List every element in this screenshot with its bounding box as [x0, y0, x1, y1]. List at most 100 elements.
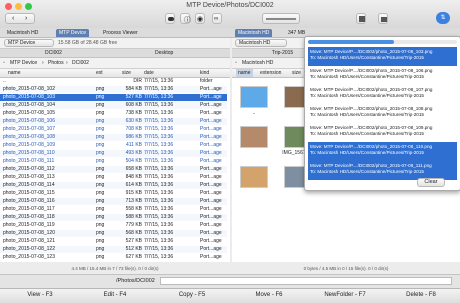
table-row[interactable]: photo_2015-07-08_120 png 568 KB 7/7/15, 13:… [0, 230, 227, 237]
right-drive-select[interactable]: Macintosh HD [235, 39, 287, 47]
tab-macintosh-hd-right[interactable]: Macintosh HD [235, 29, 273, 37]
back-icon[interactable]: ‹ [12, 15, 14, 22]
cell-name: photo_2015-07-08_122 [3, 246, 55, 252]
left-tab-dci002[interactable]: DCI002 [45, 49, 62, 57]
close-window-button[interactable] [5, 3, 12, 10]
cell-name: photo_2015-07-08_102 [3, 86, 55, 92]
info-button[interactable]: ⓘ [180, 13, 191, 24]
column-header-name[interactable]: name [236, 69, 253, 77]
cell-ext: png [96, 174, 105, 180]
binoculars-button[interactable]: ∞ [212, 13, 222, 24]
table-row[interactable]: photo_2015-07-08_117 png 558 KB 7/7/15, 13:… [0, 206, 227, 213]
left-breadcrumb: ▫ MTP Device › Photos › DCI002 [0, 58, 230, 69]
zoom-window-button[interactable] [25, 3, 32, 10]
cell-ext: png [96, 118, 105, 124]
cell-date: 7/7/15, 13:36 [144, 246, 174, 252]
cell-date: 7/7/15, 13:36 [144, 238, 174, 244]
cell-kind: Port...age [200, 230, 222, 236]
table-row[interactable]: photo_2015-07-08_123 png 627 KB 7/7/15, 13:… [0, 254, 227, 261]
column-header-ext[interactable]: ext [96, 69, 103, 77]
table-row[interactable]: photo_2015-07-08_114 png 614 KB 7/7/15, 13:… [0, 182, 227, 189]
table-row[interactable]: photo_2015-07-08_118 png 588 KB 7/7/15, 13:… [0, 214, 227, 221]
cell-ext: png [96, 246, 105, 252]
breadcrumb-item[interactable]: DCI002 [72, 58, 89, 68]
table-row[interactable]: photo_2015-07-08_116 png 713 KB 7/7/15, 13:… [0, 198, 227, 205]
column-header-extension[interactable]: extension [260, 69, 281, 77]
transfer-item[interactable]: Move: MTP Device/P..../DCI002/photo_2015… [308, 66, 457, 85]
progress-indicator [262, 13, 300, 24]
table-row[interactable]: photo_2015-07-08_112 png 658 KB 7/7/15, 13:… [0, 166, 227, 173]
move-button[interactable]: Move - F6 [234, 292, 304, 298]
column-header-size[interactable]: size [292, 69, 301, 77]
transfer-item[interactable]: Move: MTP Device/P..../DCI002/photo_2015… [308, 123, 457, 142]
image-thumbnail[interactable] [240, 166, 268, 188]
column-header-kind[interactable]: kind [200, 69, 209, 77]
forward-icon[interactable]: › [25, 15, 27, 22]
table-row[interactable]: photo_2015-07-08_108 png 986 KB 7/7/15, 13:… [0, 134, 227, 141]
folder-button[interactable] [378, 13, 388, 24]
toggle-button[interactable] [165, 13, 175, 24]
back-forward-buttons[interactable]: ‹ › [5, 13, 35, 24]
table-row[interactable]: photo_2015-07-08_111 png 504 KB 7/7/15, 13:… [0, 158, 227, 165]
table-row[interactable]: photo_2015-07-08_103 png 527 KB 7/7/15, 13:… [0, 94, 227, 101]
transfers-icon: ⇅ [440, 15, 446, 21]
view-button[interactable]: View - F3 [5, 292, 75, 298]
column-header-date[interactable]: date [144, 69, 154, 77]
right-tab-trip-2015[interactable]: Trip-2015 [272, 49, 293, 57]
table-row[interactable]: photo_2015-07-08_121 png 527 KB 7/7/15, 13:… [0, 238, 227, 245]
table-row[interactable]: photo_2015-07-08_104 png 608 KB 7/7/15, 13:… [0, 102, 227, 109]
delete-button[interactable]: Delete - F8 [386, 292, 456, 298]
cell-kind: Port...age [200, 190, 222, 196]
tab-label: Macintosh HD [238, 30, 270, 36]
tab-process-viewer[interactable]: Process Viewer [100, 29, 141, 37]
table-row[interactable]: photo_2015-07-08_102 png 584 KB 7/7/15, 13:… [0, 86, 227, 93]
clear-button[interactable]: Clear [417, 178, 445, 187]
table-row[interactable]: photo_2015-07-08_122 png 512 KB 7/7/15, 13:… [0, 246, 227, 253]
copy-button[interactable]: Copy - F5 [157, 292, 227, 298]
cell-date: 7/7/15, 13:36 [144, 126, 174, 132]
left-status: 4.4 MB / 15.4 MB in 7 / 73 file(s). 0 / … [71, 266, 159, 271]
transfers-popup: Move: MTP Device/P..../DCI002/photo_2015… [304, 36, 460, 191]
breadcrumb-item[interactable]: MTP Device [10, 58, 37, 68]
new-folder-button[interactable]: NewFolder - F7 [310, 292, 380, 298]
table-row[interactable]: photo_2015-07-08_110 png 493 KB 7/7/15, 13:… [0, 150, 227, 157]
panel-button[interactable] [356, 13, 366, 24]
transfer-item[interactable]: Move: MTP Device/P..../DCI002/photo_2015… [308, 47, 457, 66]
transfer-destination: To: Macintosh HD/Users/Constantine/Pictu… [310, 112, 424, 117]
tab-label: MTP Device [59, 30, 87, 36]
cell-name: photo_2015-07-08_121 [3, 238, 55, 244]
transfer-item[interactable]: Move: MTP Device/P..../DCI002/photo_2015… [308, 104, 457, 123]
cell-date: 7/7/15, 13:36 [144, 158, 174, 164]
edit-button[interactable]: Edit - F4 [80, 292, 150, 298]
cell-size: 504 KB [125, 158, 142, 164]
transfer-item[interactable]: Move: MTP Device/P..../DCI002/photo_2015… [308, 85, 457, 104]
minimize-window-button[interactable] [15, 3, 22, 10]
command-input[interactable] [160, 277, 452, 285]
parent-folder-icon[interactable] [240, 86, 268, 108]
table-row[interactable]: photo_2015-07-08_119 png 779 KB 7/7/15, 13:… [0, 222, 227, 229]
transfer-item[interactable]: Move: MTP Device/P..../DCI002/photo_2015… [308, 142, 457, 161]
cell-size: 779 KB [125, 222, 142, 228]
left-tab-desktop[interactable]: Desktop [155, 49, 173, 57]
right-breadcrumb-folder-icon: ▫ [235, 60, 237, 66]
column-header-name[interactable]: name [8, 69, 21, 77]
preview-button[interactable]: ◉ [195, 13, 205, 24]
cell-date: 7/7/15, 13:36 [144, 134, 174, 140]
table-row[interactable]: photo_2015-07-08_115 png 915 KB 7/7/15, 13:… [0, 190, 227, 197]
image-thumbnail[interactable] [240, 126, 268, 148]
cell-name: photo_2015-07-08_103 [3, 94, 55, 100]
transfers-badge-button[interactable]: ⇅ [436, 12, 450, 24]
left-drive-select[interactable]: MTP Device [4, 39, 54, 47]
table-row[interactable]: photo_2015-07-08_109 png 411 KB 7/7/15, 13:… [0, 142, 227, 149]
table-row[interactable]: photo_2015-07-08_113 png 848 KB 7/7/15, 13:… [0, 174, 227, 181]
table-row[interactable]: photo_2015-07-08_107 png 708 KB 7/7/15, 13:… [0, 126, 227, 133]
table-row[interactable]: photo_2015-07-08_105 png 738 KB 7/7/15, 13:… [0, 110, 227, 117]
tab-mtp-device[interactable]: MTP Device [56, 29, 90, 37]
tab-macintosh-hd-left[interactable]: Macintosh HD [4, 29, 41, 37]
column-header-size[interactable]: size [122, 69, 131, 77]
cell-size: 614 KB [125, 182, 142, 188]
breadcrumb-item[interactable]: Photos [48, 58, 64, 68]
table-row[interactable]: photo_2015-07-08_106 png 630 KB 7/7/15, 13:… [0, 118, 227, 125]
breadcrumb-item[interactable]: Macintosh HD [242, 58, 273, 68]
table-row[interactable]: .. DIR 7/7/15, 13:36 folder [0, 78, 227, 85]
